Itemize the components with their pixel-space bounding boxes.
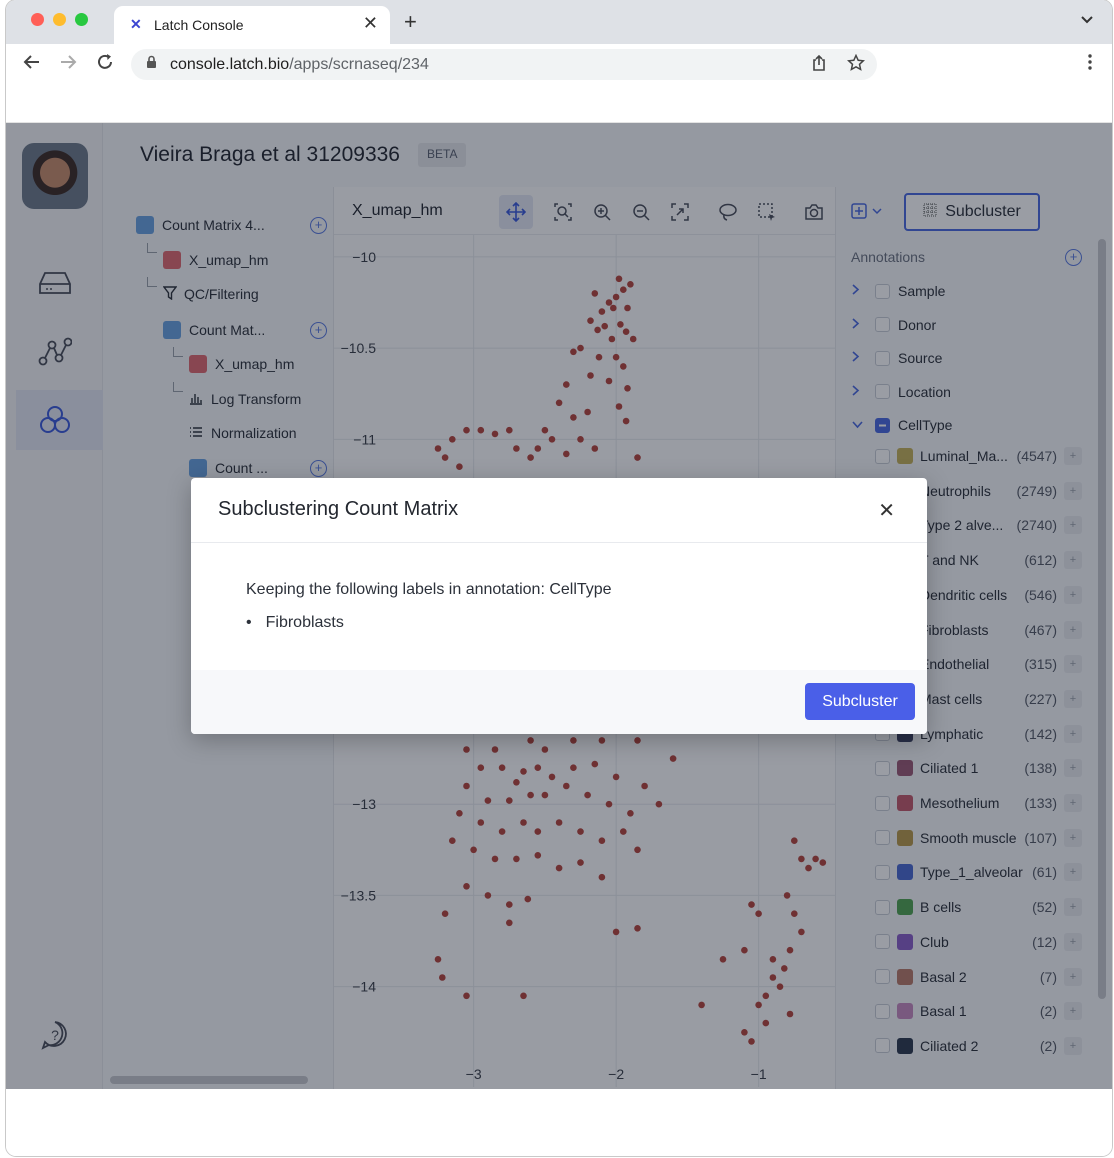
lock-icon [146, 55, 157, 72]
reload-icon[interactable] [95, 52, 115, 78]
latch-logo-icon: ✕ [130, 16, 142, 32]
maximize-window-button[interactable] [75, 13, 88, 26]
bookmarks-bar [6, 86, 1112, 123]
minimize-window-button[interactable] [53, 13, 66, 26]
tab-strip: ✕ Latch Console ✕ + [6, 0, 1112, 44]
back-arrow-icon[interactable] [22, 52, 42, 78]
browser-window: ✕ Latch Console ✕ + console.latch.bio/ap… [6, 0, 1112, 1156]
browser-tab[interactable]: ✕ Latch Console ✕ [114, 6, 390, 44]
tab-close-icon[interactable]: ✕ [363, 13, 378, 34]
bullet-icon: • [246, 614, 252, 631]
close-window-button[interactable] [31, 13, 44, 26]
modal-title: Subclustering Count Matrix [218, 498, 459, 520]
bookmark-star-icon[interactable] [846, 53, 866, 77]
modal-label-item: • Fibroblasts [246, 614, 344, 632]
forward-arrow-icon[interactable] [58, 52, 78, 78]
modal-subcluster-button[interactable]: Subcluster [805, 683, 915, 720]
browser-toolbar: console.latch.bio/apps/scrnaseq/234 [6, 44, 1112, 86]
tab-search-icon[interactable] [1080, 12, 1094, 28]
page-bottom-area [6, 1089, 1112, 1156]
address-bar[interactable]: console.latch.bio/apps/scrnaseq/234 [131, 49, 877, 80]
modal-divider [191, 542, 927, 543]
url-text: console.latch.bio/apps/scrnaseq/234 [170, 56, 429, 73]
new-tab-icon[interactable]: + [404, 9, 417, 35]
tab-title: Latch Console [154, 17, 244, 33]
modal-label-text: Fibroblasts [265, 614, 344, 631]
modal-message: Keeping the following labels in annotati… [246, 581, 612, 598]
share-icon[interactable] [811, 54, 827, 77]
browser-menu-icon[interactable] [1088, 54, 1092, 75]
subcluster-modal: Subclustering Count Matrix ✕ Keeping the… [191, 478, 927, 734]
modal-close-icon[interactable]: ✕ [878, 498, 895, 523]
modal-footer: Subcluster [191, 670, 927, 734]
